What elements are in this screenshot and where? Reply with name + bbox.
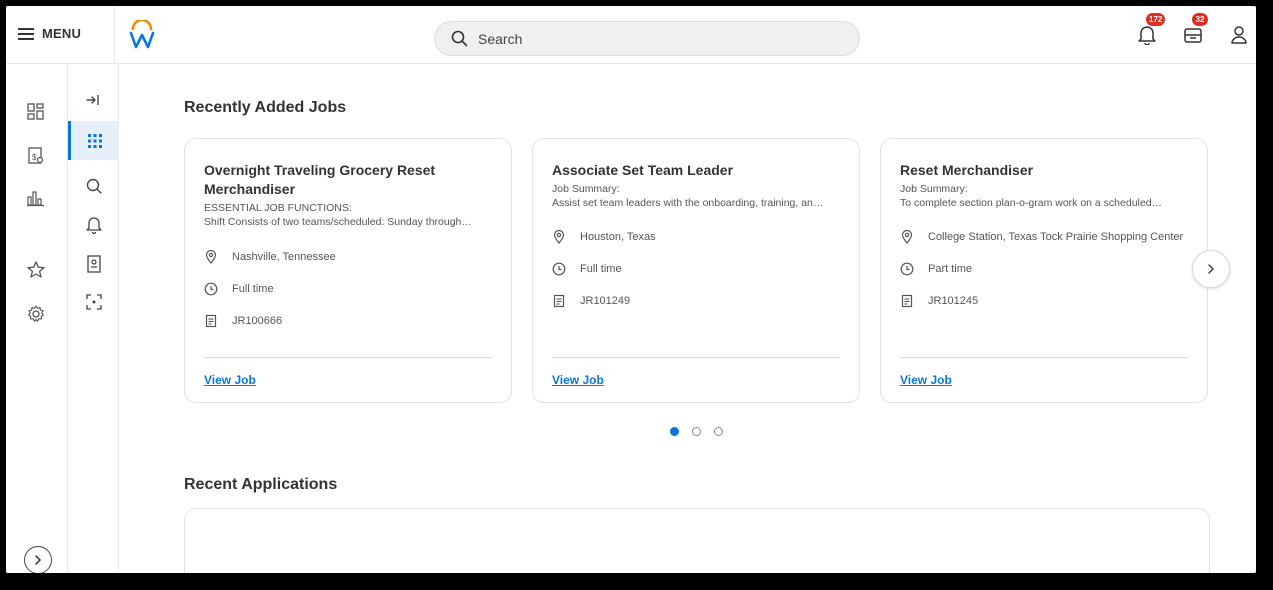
search-icon[interactable] [84, 176, 104, 196]
analytics-icon[interactable] [26, 188, 46, 208]
inbox-button[interactable]: 32 [1182, 13, 1208, 45]
job-title[interactable]: Associate Set Team Leader [552, 161, 842, 180]
job-summary-text: Shift Consists of two teams/scheduled: S… [204, 216, 472, 228]
secondary-rail [68, 64, 119, 573]
svg-text:$: $ [32, 153, 37, 162]
job-time-type-text: Full time [580, 263, 622, 275]
chevron-right-icon [1208, 264, 1215, 274]
clock-icon [204, 282, 218, 296]
job-location-text: Nashville, Tennessee [232, 251, 336, 263]
top-actions: 172 32 [1136, 13, 1250, 46]
document-icon [553, 294, 565, 308]
hamburger-icon [18, 27, 34, 40]
apps-grid-icon[interactable] [85, 131, 105, 151]
clock-icon [900, 262, 914, 276]
collapse-icon[interactable] [83, 90, 103, 110]
dashboard-icon[interactable] [26, 102, 46, 122]
card-divider [204, 357, 492, 358]
menu-button[interactable]: MENU [18, 26, 81, 41]
job-title[interactable]: Reset Merchandiser [900, 161, 1190, 180]
workday-logo[interactable] [129, 20, 155, 50]
favorites-star-icon[interactable] [26, 260, 46, 280]
view-job-link[interactable]: View Job [204, 373, 256, 387]
user-icon [1231, 26, 1247, 44]
carousel-next-button[interactable] [1192, 250, 1230, 288]
job-time-type: Full time [204, 282, 274, 296]
job-time-type-text: Full time [232, 283, 274, 295]
clock-icon [552, 262, 566, 276]
profile-button[interactable] [1228, 23, 1250, 45]
location-pin-icon [901, 230, 913, 244]
search-input[interactable] [478, 30, 838, 47]
document-icon [205, 314, 217, 328]
scan-icon[interactable] [84, 292, 104, 312]
job-req-id-text: JR101249 [580, 295, 631, 307]
carousel-dot-2[interactable] [692, 427, 701, 436]
job-summary-label: Job Summary: [900, 183, 968, 195]
job-location: Nashville, Tennessee [204, 250, 336, 264]
settings-gear-icon[interactable] [26, 304, 46, 324]
menu-label: MENU [42, 26, 82, 41]
document-icon [901, 294, 913, 308]
location-pin-icon [205, 250, 217, 264]
notifications-badge: 172 [1146, 13, 1166, 26]
app-window: MENU 172 32 $ [6, 6, 1256, 573]
view-job-link[interactable]: View Job [552, 373, 604, 387]
primary-rail: $ [6, 64, 68, 573]
job-time-type-text: Part time [928, 263, 973, 275]
job-location: College Station, Texas Tock Prairie Shop… [900, 230, 1183, 244]
location-pin-icon [553, 230, 565, 244]
job-time-type: Full time [552, 262, 622, 276]
job-summary-text: To complete section plan-o-gram work on … [900, 197, 1163, 209]
carousel-dot-3[interactable] [714, 427, 723, 436]
job-location-text: Houston, Texas [580, 231, 656, 243]
job-card[interactable]: Associate Set Team Leader Job Summary: A… [532, 138, 860, 403]
inbox-icon [1184, 28, 1202, 43]
main-content: Recently Added Jobs Overnight Traveling … [119, 64, 1256, 573]
expand-nav-button[interactable] [24, 546, 52, 573]
recent-applications-panel [184, 508, 1210, 573]
job-summary-label: ESSENTIAL JOB FUNCTIONS: [204, 202, 352, 214]
job-req-id: JR101249 [552, 294, 630, 308]
carousel-pagination [670, 427, 723, 436]
recent-applications-heading: Recent Applications [184, 476, 338, 493]
bell-icon[interactable] [84, 214, 104, 234]
job-time-type: Part time [900, 262, 972, 276]
carousel-dot-1[interactable] [670, 427, 679, 436]
divider [114, 6, 115, 64]
job-title[interactable]: Overnight Traveling Grocery Reset Mercha… [204, 161, 494, 199]
job-req-id-text: JR100666 [232, 315, 283, 327]
bell-icon [1138, 26, 1156, 46]
career-icon[interactable]: $ [26, 146, 46, 166]
top-bar: MENU 172 32 [6, 6, 1256, 64]
view-job-link[interactable]: View Job [900, 373, 952, 387]
job-summary-label: Job Summary: [552, 183, 620, 195]
search-icon [451, 30, 468, 47]
recent-jobs-heading: Recently Added Jobs [184, 99, 347, 116]
card-divider [900, 357, 1188, 358]
job-req-id: JR101245 [900, 294, 978, 308]
job-location: Houston, Texas [552, 230, 656, 244]
profile-card-icon[interactable] [84, 254, 104, 274]
chevron-right-icon [35, 555, 42, 565]
job-req-id: JR100666 [204, 314, 282, 328]
search-bar[interactable] [434, 21, 860, 56]
job-card[interactable]: Reset Merchandiser Job Summary: To compl… [880, 138, 1208, 403]
job-req-id-text: JR101245 [928, 295, 979, 307]
job-summary-text: Assist set team leaders with the onboard… [552, 197, 824, 209]
job-location-text: College Station, Texas Tock Prairie Shop… [928, 231, 1184, 243]
card-divider [552, 357, 840, 358]
inbox-badge: 32 [1192, 13, 1208, 26]
notifications-button[interactable]: 172 [1136, 13, 1166, 46]
job-card[interactable]: Overnight Traveling Grocery Reset Mercha… [184, 138, 512, 403]
